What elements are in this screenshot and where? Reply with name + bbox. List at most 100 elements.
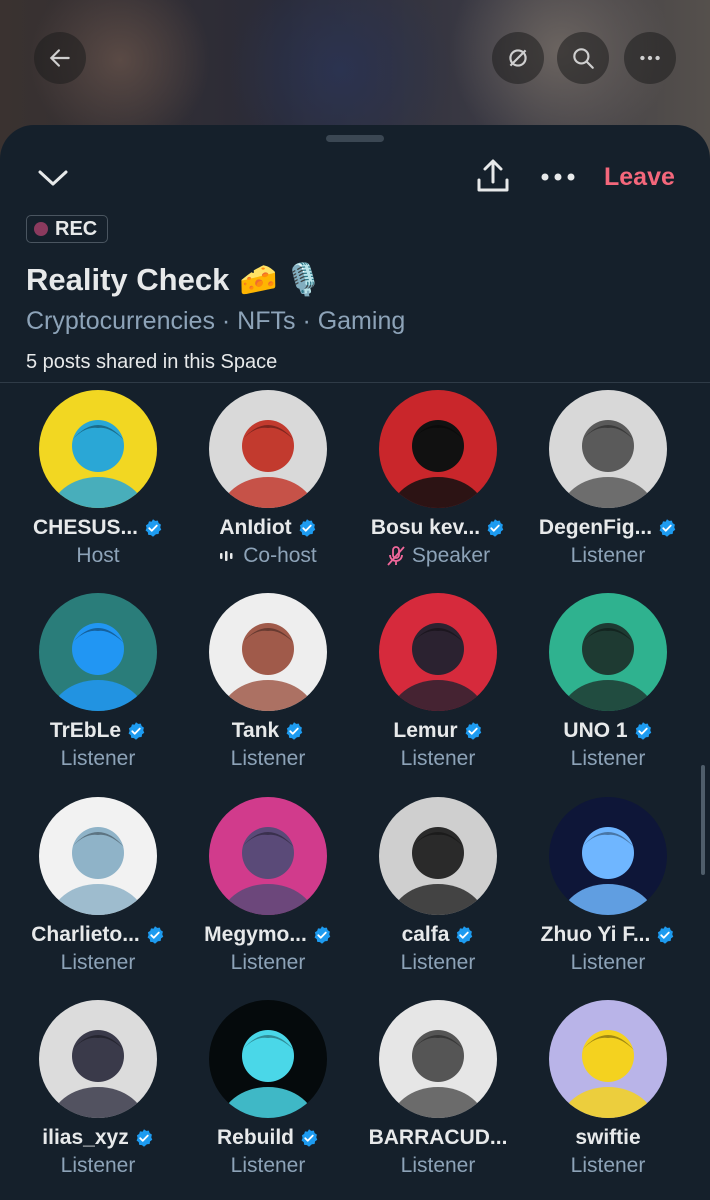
more-options-button[interactable] xyxy=(536,159,580,195)
verified-badge-icon xyxy=(136,1129,152,1147)
participant-card[interactable]: UNO 1 Listener xyxy=(523,593,693,771)
participant-role: Listener xyxy=(400,747,476,770)
participant-role: Listener xyxy=(60,747,136,770)
share-button[interactable] xyxy=(472,155,514,197)
avatar[interactable] xyxy=(379,593,497,711)
scrollbar[interactable] xyxy=(701,765,705,875)
participant-card[interactable]: DegenFig... Listener xyxy=(523,390,693,568)
avatar[interactable] xyxy=(379,1000,497,1118)
participant-card[interactable]: Zhuo Yi F... Listener xyxy=(523,797,693,975)
verified-badge-icon xyxy=(128,722,145,740)
avatar-illustration xyxy=(50,1030,146,1118)
participant-role-row: Listener xyxy=(523,1154,693,1178)
avatar-illustration xyxy=(50,623,146,711)
avatar[interactable] xyxy=(39,797,157,915)
participant-name-row: Megymo... xyxy=(183,923,353,947)
avatar[interactable] xyxy=(549,593,667,711)
verified-badge-icon xyxy=(145,519,162,537)
participant-role-row: Listener xyxy=(183,1154,353,1178)
verified-badge-icon xyxy=(286,722,303,740)
participant-card[interactable]: BARRACUD... Listener xyxy=(353,1000,523,1178)
participant-name-row: Tank xyxy=(183,719,353,743)
participant-name: DegenFig... xyxy=(538,516,653,539)
cheese-emoji: 🧀 xyxy=(239,262,278,297)
space-topics[interactable]: Cryptocurrencies · NFTs · Gaming xyxy=(26,307,405,336)
participant-card[interactable]: calfa Listener xyxy=(353,797,523,975)
back-button[interactable] xyxy=(34,32,86,84)
participant-role: Listener xyxy=(570,1154,646,1177)
avatar[interactable] xyxy=(379,390,497,508)
participant-name-row: Zhuo Yi F... xyxy=(523,923,693,947)
participant-card[interactable]: Megymo... Listener xyxy=(183,797,353,975)
participant-name-row: Charlieto... xyxy=(13,923,183,947)
overflow-button[interactable] xyxy=(624,32,676,84)
avatar[interactable] xyxy=(209,1000,327,1118)
avatar[interactable] xyxy=(549,797,667,915)
participant-name-row: Rebuild xyxy=(183,1126,353,1150)
avatar-illustration xyxy=(220,420,316,508)
participant-name-row: CHESUS... xyxy=(13,516,183,540)
verified-badge-icon xyxy=(147,926,164,944)
participant-role-row: Listener xyxy=(13,951,183,975)
avatar[interactable] xyxy=(209,797,327,915)
participant-card[interactable]: AnIdiot Co-host xyxy=(183,390,353,568)
participant-role: Co-host xyxy=(243,544,317,567)
participant-name-row: ilias_xyz xyxy=(13,1126,183,1150)
participant-card[interactable]: Lemur Listener xyxy=(353,593,523,771)
participant-role-row: Listener xyxy=(353,1154,523,1178)
verified-badge-icon xyxy=(635,722,651,740)
participant-name: Zhuo Yi F... xyxy=(540,923,651,946)
sheet-grabber[interactable] xyxy=(326,135,384,142)
collapse-button[interactable] xyxy=(33,160,73,196)
space-title: Reality Check xyxy=(26,261,230,297)
verified-badge-icon xyxy=(314,926,331,944)
participant-card[interactable]: CHESUS... Host xyxy=(13,390,183,568)
audio-bars-icon xyxy=(219,550,237,562)
participant-name: Lemur xyxy=(393,719,458,742)
participant-role: Listener xyxy=(60,1154,136,1177)
avatar-illustration xyxy=(560,827,656,915)
participant-card[interactable]: Charlieto... Listener xyxy=(13,797,183,975)
divider xyxy=(0,382,710,383)
participant-name-row: DegenFig... xyxy=(523,516,693,540)
participant-role: Listener xyxy=(400,951,476,974)
participant-role-row: Listener xyxy=(183,747,353,771)
search-button[interactable] xyxy=(557,32,609,84)
avatar[interactable] xyxy=(379,797,497,915)
participant-name: ilias_xyz xyxy=(42,1126,129,1149)
space-sheet: Leave REC Reality Check 🧀 🎙️ Cryptocurre… xyxy=(0,125,710,1200)
participant-name-row: AnIdiot xyxy=(183,516,353,540)
participant-card[interactable]: TrEbLe Listener xyxy=(13,593,183,771)
participant-name: TrEbLe xyxy=(49,719,122,742)
avatar[interactable] xyxy=(39,1000,157,1118)
participant-role-row: Listener xyxy=(13,747,183,771)
participant-card[interactable]: Rebuild Listener xyxy=(183,1000,353,1178)
verified-badge-icon xyxy=(301,1129,318,1147)
participant-role-row: Host xyxy=(13,544,183,568)
participant-role: Listener xyxy=(570,951,646,974)
avatar-illustration xyxy=(50,827,146,915)
participant-card[interactable]: swiftie Listener xyxy=(523,1000,693,1178)
avatar[interactable] xyxy=(549,1000,667,1118)
avatar-illustration xyxy=(560,1030,656,1118)
avatar[interactable] xyxy=(39,593,157,711)
avatar-illustration xyxy=(390,1030,486,1118)
avatar[interactable] xyxy=(39,390,157,508)
hide-button[interactable] xyxy=(492,32,544,84)
participant-name: Charlieto... xyxy=(31,923,140,946)
participant-card[interactable]: Tank Listener xyxy=(183,593,353,771)
avatar[interactable] xyxy=(209,593,327,711)
participant-role-row: Listener xyxy=(13,1154,183,1178)
avatar-illustration xyxy=(220,827,316,915)
participant-name: AnIdiot xyxy=(219,516,292,539)
participant-role: Listener xyxy=(230,747,306,770)
leave-button[interactable]: Leave xyxy=(604,163,675,192)
search-icon xyxy=(573,48,594,69)
avatar[interactable] xyxy=(209,390,327,508)
more-horizontal-icon xyxy=(541,173,575,181)
participant-card[interactable]: Bosu kev... Speaker xyxy=(353,390,523,568)
avatar[interactable] xyxy=(549,390,667,508)
space-title-row: Reality Check 🧀 🎙️ xyxy=(26,261,323,298)
participant-card[interactable]: ilias_xyz Listener xyxy=(13,1000,183,1178)
posts-shared-link[interactable]: 5 posts shared in this Space xyxy=(26,351,277,374)
